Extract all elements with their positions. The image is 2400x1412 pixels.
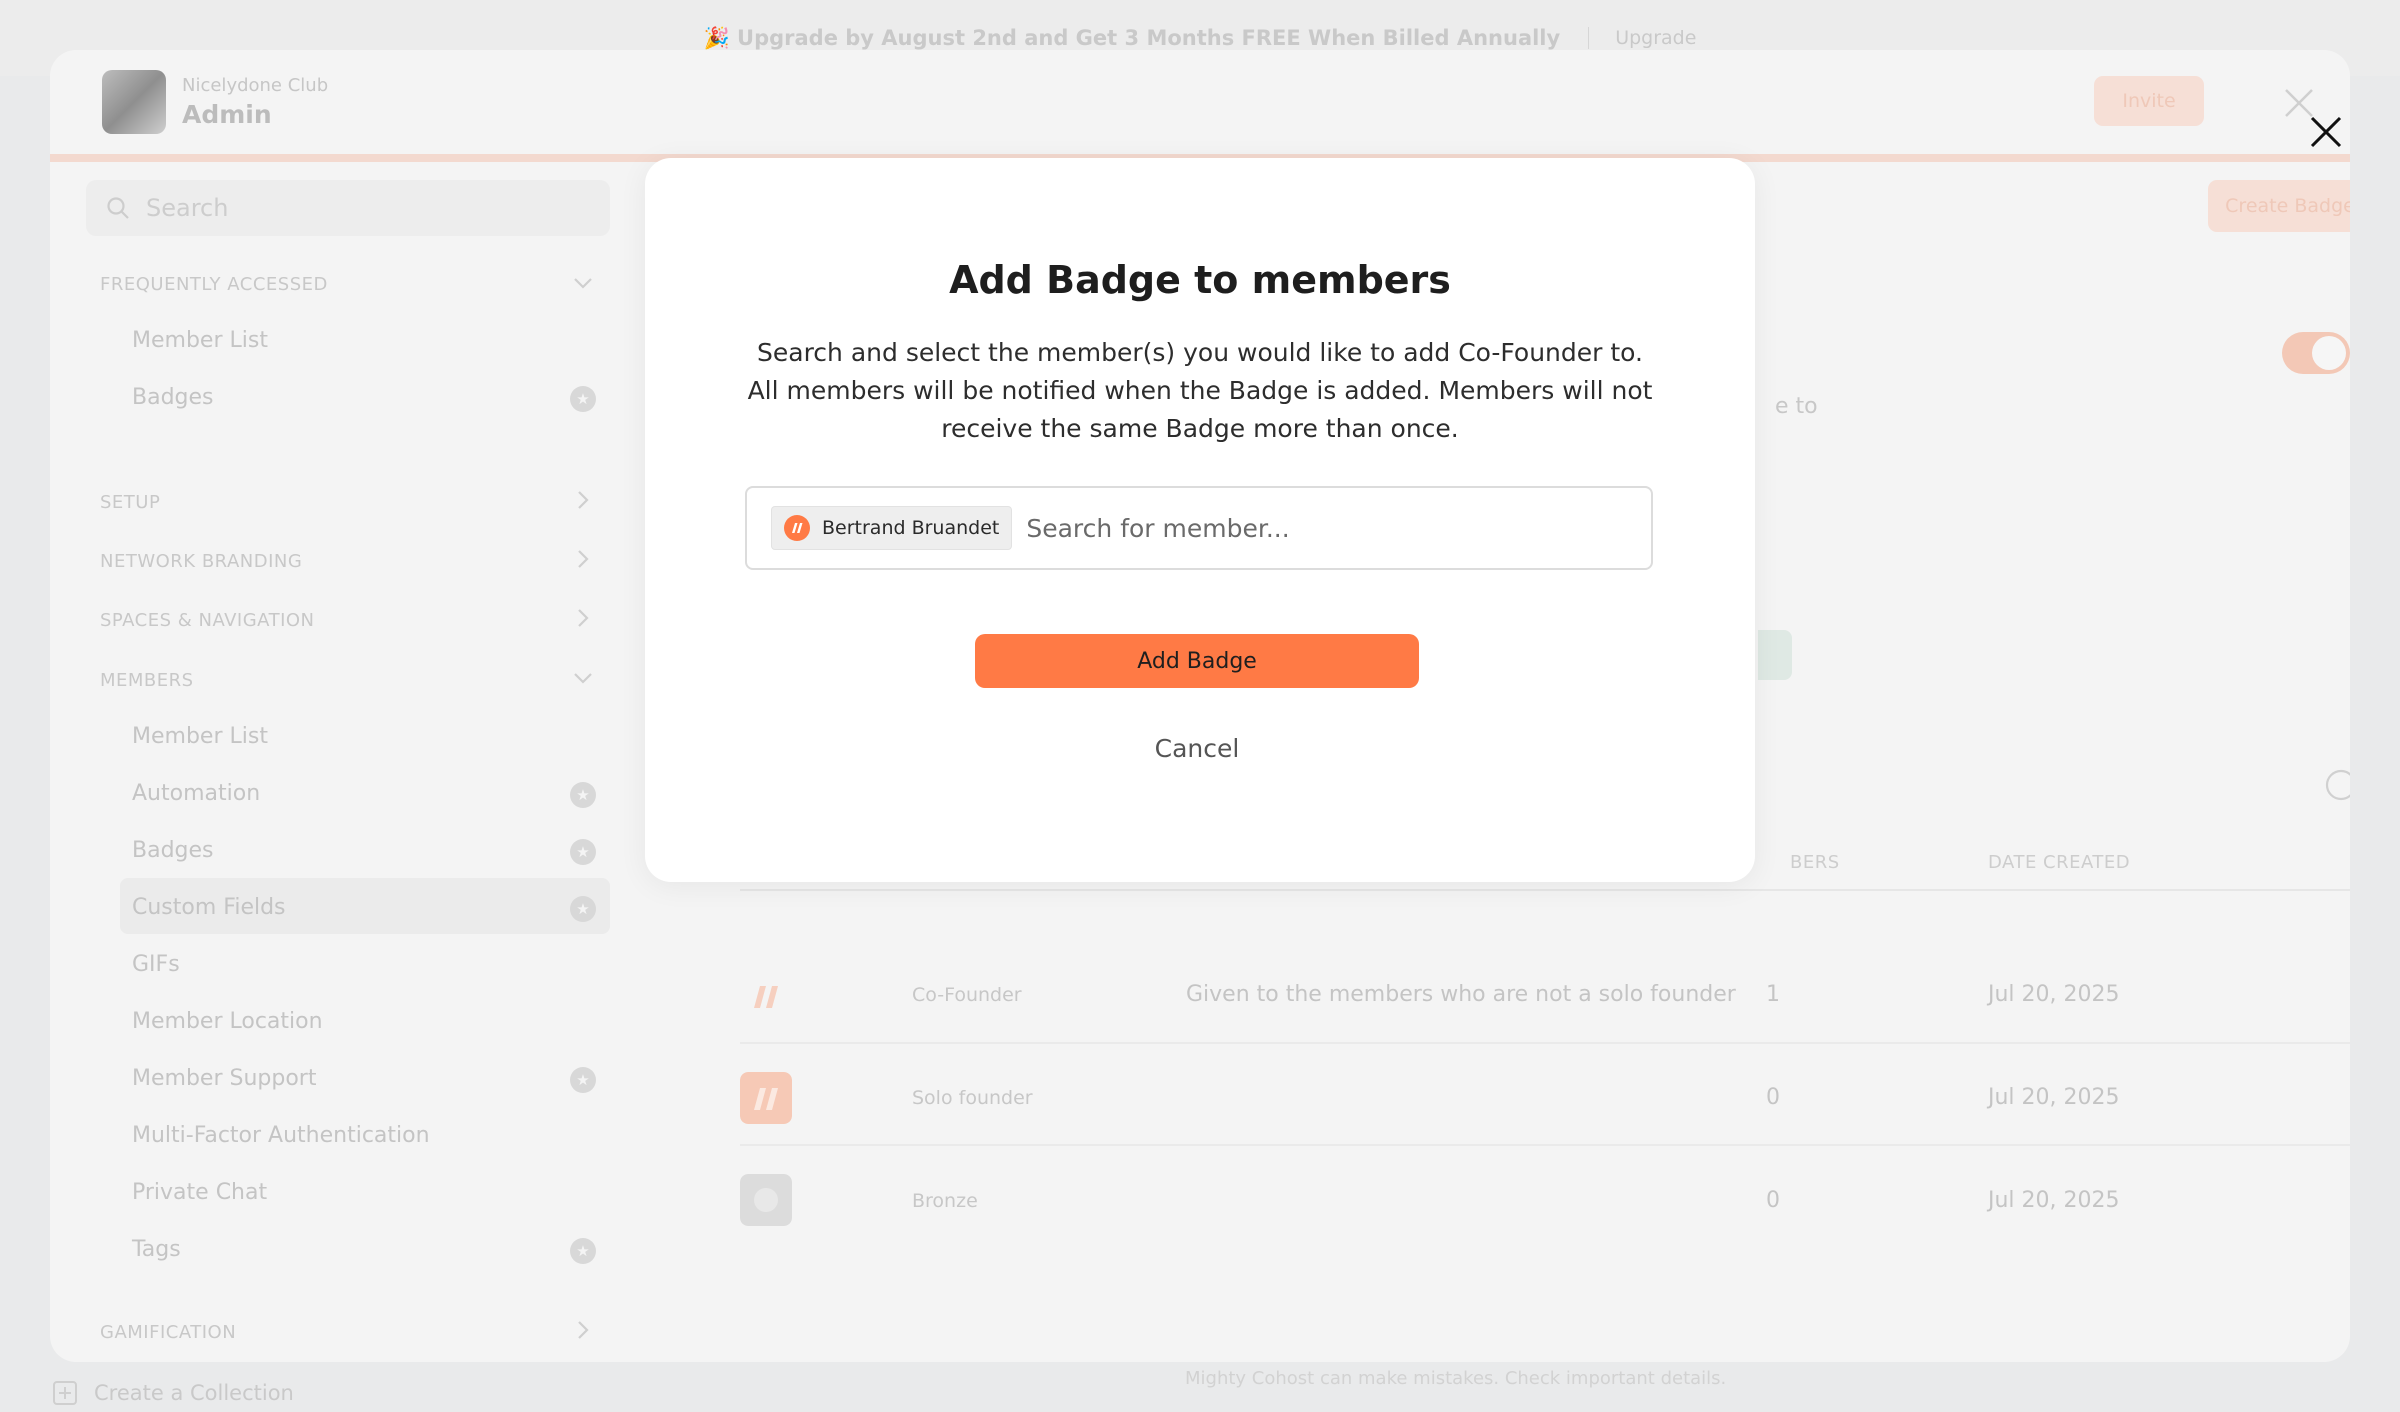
obscured-text: e to (1775, 394, 1818, 419)
sidebar-item-member-list[interactable]: Member List (132, 724, 268, 749)
admin-header: Nicelydone Club Admin Invite (50, 50, 2350, 154)
section-setup[interactable]: SETUP (100, 492, 160, 513)
row-divider (740, 1144, 2350, 1146)
modal-title: Add Badge to members (949, 258, 1451, 302)
brand-logo-icon (792, 523, 803, 533)
sidebar-item-member-location[interactable]: Member Location (132, 1009, 323, 1034)
section-spaces-navigation[interactable]: SPACES & NAVIGATION (100, 610, 315, 631)
upgrade-button[interactable]: Upgrade (1588, 27, 1696, 49)
sidebar-item-tags[interactable]: Tags (132, 1237, 181, 1262)
section-frequently-accessed[interactable]: FREQUENTLY ACCESSED (100, 274, 328, 295)
badge-description: Given to the members who are not a solo … (1186, 982, 1736, 1007)
member-avatar (784, 515, 810, 541)
sidebar-item-custom-fields[interactable]: Custom Fields (132, 895, 286, 920)
badge-member-count: 0 (1766, 1085, 1780, 1110)
sidebar-item-member-support[interactable]: Member Support (132, 1066, 316, 1091)
section-gamification[interactable]: GAMIFICATION (100, 1322, 236, 1343)
search-icon (107, 197, 129, 219)
sidebar-item-automation[interactable]: Automation (132, 781, 260, 806)
create-collection: Create a Collection (52, 1380, 294, 1406)
badge-name[interactable]: Bronze (912, 1190, 978, 1212)
admin-title: Admin (182, 100, 272, 129)
sidebar-item-private-chat[interactable]: Private Chat (132, 1180, 267, 1205)
star-icon: ★ (570, 386, 596, 412)
search-icon[interactable] (2324, 768, 2350, 808)
badge-name[interactable]: Co-Founder (912, 984, 1022, 1006)
member-search-field[interactable]: Bertrand Bruandet (745, 486, 1653, 570)
ai-disclaimer: Mighty Cohost can make mistakes. Check i… (1185, 1368, 1727, 1389)
badge-icon-solo-founder (740, 1072, 792, 1124)
club-logo (102, 70, 166, 134)
upgrade-banner-text: 🎉 Upgrade by August 2nd and Get 3 Months… (703, 25, 1561, 50)
sidebar-item-badges-active[interactable]: Badges (132, 838, 214, 863)
admin-sidebar: Search FREQUENTLY ACCESSED Member List B… (50, 162, 650, 1362)
plus-square-icon (53, 1381, 77, 1405)
sidebar-item-badges[interactable]: Badges (132, 385, 214, 410)
badge-member-count: 1 (1766, 982, 1780, 1007)
badge-name[interactable]: Solo founder (912, 1087, 1033, 1109)
chevron-down-icon[interactable] (570, 270, 596, 296)
badge-icon-bronze (740, 1174, 792, 1226)
star-icon: ★ (570, 1067, 596, 1093)
badges-toggle[interactable] (2282, 332, 2350, 374)
badge-date-created: Jul 20, 2025 (1988, 1085, 2120, 1110)
chevron-right-icon[interactable] (570, 1317, 596, 1343)
section-network-branding[interactable]: NETWORK BRANDING (100, 551, 302, 572)
modal-description: Search and select the member(s) you woul… (747, 338, 1653, 443)
add-badge-button[interactable]: Add Badge (975, 634, 1419, 688)
sidebar-item-member-list[interactable]: Member List (132, 328, 268, 353)
club-name: Nicelydone Club (182, 75, 329, 96)
badge-date-created: Jul 20, 2025 (1988, 1188, 2120, 1213)
obscured-button (1758, 630, 1792, 680)
close-icon[interactable] (2306, 112, 2346, 152)
sidebar-item-mfa[interactable]: Multi-Factor Authentication (132, 1123, 430, 1148)
sidebar-search-placeholder: Search (146, 194, 229, 222)
cancel-button[interactable]: Cancel (975, 726, 1419, 770)
badge-icon-co-founder (754, 986, 778, 1008)
sidebar-search-input[interactable]: Search (86, 180, 610, 236)
table-header-divider (740, 889, 2350, 891)
create-badge-button[interactable]: Create Badge (2208, 180, 2350, 232)
badge-member-count: 0 (1766, 1188, 1780, 1213)
create-collection-label: Create a Collection (94, 1381, 294, 1405)
star-icon: ★ (570, 1238, 596, 1264)
selected-member-name: Bertrand Bruandet (822, 517, 1000, 539)
sidebar-item-gifs[interactable]: GIFs (132, 952, 180, 977)
star-icon: ★ (570, 839, 596, 865)
section-members[interactable]: MEMBERS (100, 670, 194, 691)
chevron-right-icon[interactable] (570, 487, 596, 513)
chevron-down-icon[interactable] (570, 665, 596, 691)
star-icon: ★ (570, 782, 596, 808)
row-divider (740, 1042, 2350, 1044)
badge-date-created: Jul 20, 2025 (1988, 982, 2120, 1007)
column-header-members[interactable]: BERS (1790, 852, 1840, 873)
selected-member-chip[interactable]: Bertrand Bruandet (771, 506, 1013, 550)
member-search-input[interactable] (1026, 513, 1627, 543)
column-header-date-created[interactable]: DATE CREATED (1988, 852, 2130, 873)
star-icon: ★ (570, 896, 596, 922)
chevron-right-icon[interactable] (570, 546, 596, 572)
invite-button[interactable]: Invite (2094, 76, 2204, 126)
chevron-right-icon[interactable] (570, 605, 596, 631)
add-badge-modal: Add Badge to members Search and select t… (645, 158, 1755, 882)
